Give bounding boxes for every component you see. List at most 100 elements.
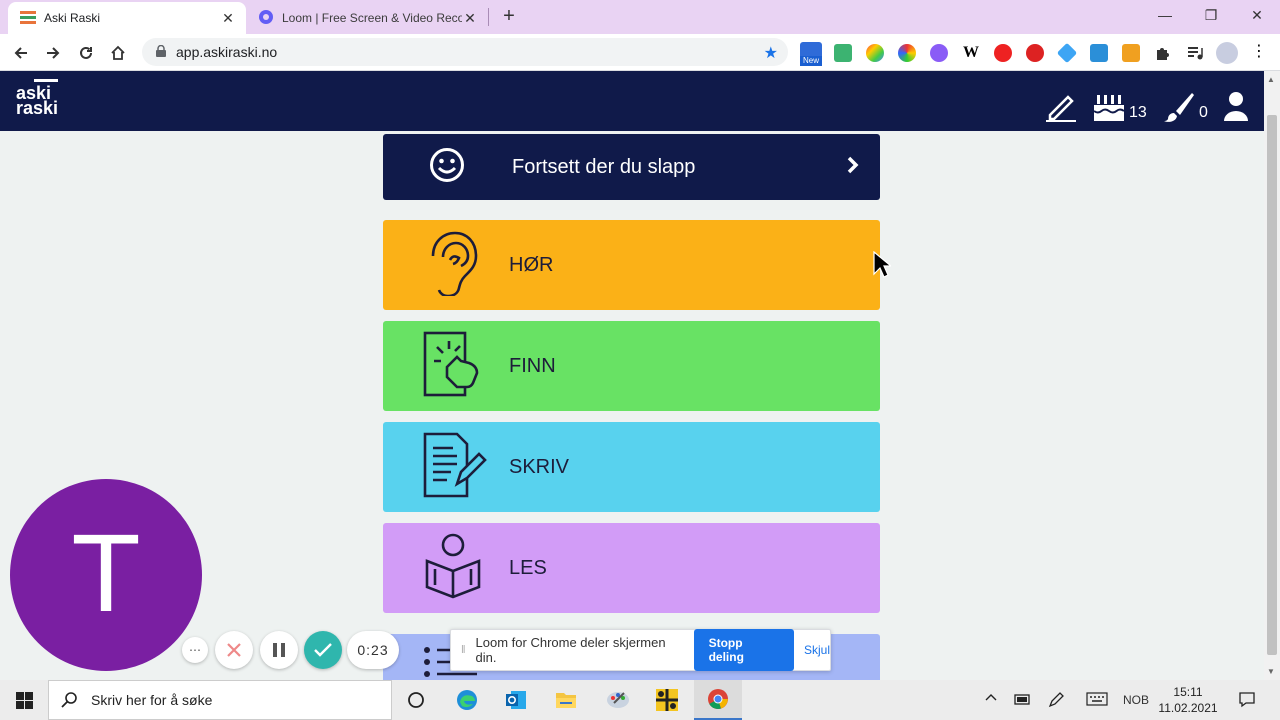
close-tab-icon[interactable]: ✕ bbox=[462, 10, 478, 26]
notification-icon[interactable] bbox=[1238, 690, 1256, 711]
new-tab-button[interactable]: + bbox=[498, 6, 520, 28]
scroll-down-icon[interactable]: ▼ bbox=[1267, 667, 1275, 676]
scroll-up-icon[interactable]: ▲ bbox=[1267, 75, 1275, 84]
battery-icon[interactable] bbox=[1014, 692, 1032, 709]
smiley-icon bbox=[429, 147, 465, 188]
chrome-icon bbox=[708, 689, 728, 709]
profile-avatar[interactable] bbox=[1216, 42, 1238, 64]
extension-green-icon[interactable] bbox=[834, 44, 852, 62]
checkmark-icon bbox=[314, 643, 332, 657]
taskbar-search[interactable]: Skriv her for å søke bbox=[48, 680, 392, 720]
page-scrollbar[interactable]: ▲ ▼ bbox=[1264, 71, 1280, 680]
back-button[interactable] bbox=[8, 40, 34, 66]
file-explorer-button[interactable] bbox=[542, 680, 590, 720]
forward-button[interactable] bbox=[40, 40, 66, 66]
url-text: app.askiraski.no bbox=[176, 44, 278, 60]
system-clock[interactable]: 15:11 11.02.2021 bbox=[1156, 684, 1220, 716]
screen-share-bar: ‖ Loom for Chrome deler skjermen din. St… bbox=[450, 629, 831, 671]
edge-button[interactable] bbox=[443, 680, 491, 720]
drag-handle-icon[interactable]: ‖ bbox=[461, 644, 466, 656]
close-tab-icon[interactable]: ✕ bbox=[220, 10, 236, 26]
media-control-icon[interactable] bbox=[1186, 44, 1204, 62]
game-app-button[interactable] bbox=[643, 680, 691, 720]
restore-button[interactable]: ❐ bbox=[1188, 0, 1234, 30]
tab-aski-raski[interactable]: Aski Raski ✕ bbox=[8, 2, 246, 34]
menu-item-label: LES bbox=[509, 556, 547, 579]
continue-label: Fortsett der du slapp bbox=[512, 155, 696, 178]
start-button[interactable] bbox=[0, 680, 48, 720]
pause-icon bbox=[273, 643, 285, 657]
task-view-button[interactable] bbox=[392, 680, 440, 720]
tab-separator bbox=[488, 8, 489, 26]
loom-pause-button[interactable] bbox=[260, 631, 298, 669]
extension-red-circle-icon[interactable] bbox=[994, 44, 1012, 62]
pen-workspace-icon[interactable] bbox=[1048, 692, 1064, 711]
windows-taskbar: Skriv her for å søke NOB 15:11 11.02.202… bbox=[0, 680, 1280, 720]
new-badge: New bbox=[800, 56, 822, 66]
loom-favicon-icon bbox=[258, 9, 274, 28]
game-icon bbox=[656, 689, 678, 711]
reload-button[interactable] bbox=[73, 40, 99, 66]
tab-loom[interactable]: Loom | Free Screen & Video Recording ✕ bbox=[248, 2, 488, 34]
logo-line-2: raski bbox=[16, 98, 59, 118]
bookmark-star-icon[interactable]: ★ bbox=[764, 43, 778, 63]
close-window-button[interactable]: ✕ bbox=[1234, 0, 1280, 30]
document-pencil-icon bbox=[423, 432, 489, 503]
aski-raski-logo[interactable]: aski raski bbox=[16, 79, 59, 118]
extension-heart-icon[interactable] bbox=[866, 44, 884, 62]
keyboard-icon[interactable] bbox=[1086, 692, 1108, 709]
clock-date: 11.02.2021 bbox=[1158, 701, 1218, 715]
loom-more-button[interactable]: ⋯ bbox=[182, 637, 208, 663]
outlook-icon bbox=[506, 691, 526, 709]
stop-sharing-button[interactable]: Stopp deling bbox=[693, 629, 794, 671]
hide-button[interactable]: Skjul bbox=[804, 643, 830, 657]
new-extension-icon[interactable]: New bbox=[800, 42, 822, 66]
brush-icon[interactable] bbox=[1162, 91, 1196, 128]
extension-diamond-icon[interactable] bbox=[1056, 42, 1078, 64]
continue-button[interactable]: Fortsett der du slapp bbox=[383, 134, 880, 200]
menu-item-les[interactable]: LES bbox=[383, 523, 880, 613]
pencil-icon[interactable] bbox=[1044, 89, 1078, 128]
folder-icon bbox=[556, 693, 576, 708]
chrome-button[interactable] bbox=[694, 680, 742, 720]
clock-time: 15:11 bbox=[1173, 685, 1203, 699]
menu-item-label: HØR bbox=[509, 253, 554, 276]
input-language[interactable]: NOB bbox=[1123, 693, 1149, 707]
tray-overflow-icon[interactable] bbox=[984, 690, 998, 707]
home-button[interactable] bbox=[105, 40, 131, 66]
extension-flower-icon[interactable] bbox=[930, 44, 948, 62]
browser-toolbar: app.askiraski.no ★ New W ⋮ bbox=[0, 34, 1280, 71]
user-icon[interactable] bbox=[1222, 91, 1250, 126]
menu-item-finn[interactable]: FINN bbox=[383, 321, 880, 411]
extension-blue-square-icon[interactable] bbox=[1090, 44, 1108, 62]
loom-finish-button[interactable] bbox=[304, 631, 342, 669]
browser-menu-icon[interactable]: ⋮ bbox=[1250, 44, 1268, 62]
address-bar[interactable]: app.askiraski.no ★ bbox=[142, 38, 788, 66]
extensions-puzzle-icon[interactable] bbox=[1154, 44, 1172, 62]
extension-orange-icon[interactable] bbox=[1122, 44, 1140, 62]
outlook-button[interactable] bbox=[492, 680, 540, 720]
paint-button[interactable] bbox=[594, 680, 642, 720]
scrollbar-thumb[interactable] bbox=[1267, 115, 1277, 655]
brush-count: 0 bbox=[1199, 104, 1208, 121]
menu-item-label: SKRIV bbox=[509, 455, 570, 478]
menu-item-skriv[interactable]: SKRIV bbox=[383, 422, 880, 512]
palette-icon bbox=[607, 692, 629, 708]
touch-screen-icon bbox=[423, 331, 487, 402]
cakes-count: 13 bbox=[1129, 104, 1147, 121]
app-header: aski raski 13 0 bbox=[0, 71, 1264, 131]
search-icon bbox=[61, 692, 77, 708]
loom-delete-button[interactable] bbox=[215, 631, 253, 669]
cake-icon[interactable] bbox=[1092, 91, 1126, 128]
minimize-button[interactable]: — bbox=[1142, 0, 1188, 30]
loom-camera-bubble[interactable]: T bbox=[10, 479, 202, 671]
wikipedia-icon[interactable]: W bbox=[962, 44, 980, 62]
windows-logo-icon bbox=[15, 691, 33, 709]
extension-yab-icon[interactable] bbox=[1026, 44, 1044, 62]
mouse-cursor-icon bbox=[873, 250, 893, 284]
close-icon bbox=[227, 643, 241, 657]
menu-item-hor[interactable]: HØR bbox=[383, 220, 880, 310]
menu-item-label: FINN bbox=[509, 354, 556, 377]
aski-raski-favicon-icon bbox=[20, 10, 36, 27]
extension-color-wheel-icon[interactable] bbox=[898, 44, 916, 62]
